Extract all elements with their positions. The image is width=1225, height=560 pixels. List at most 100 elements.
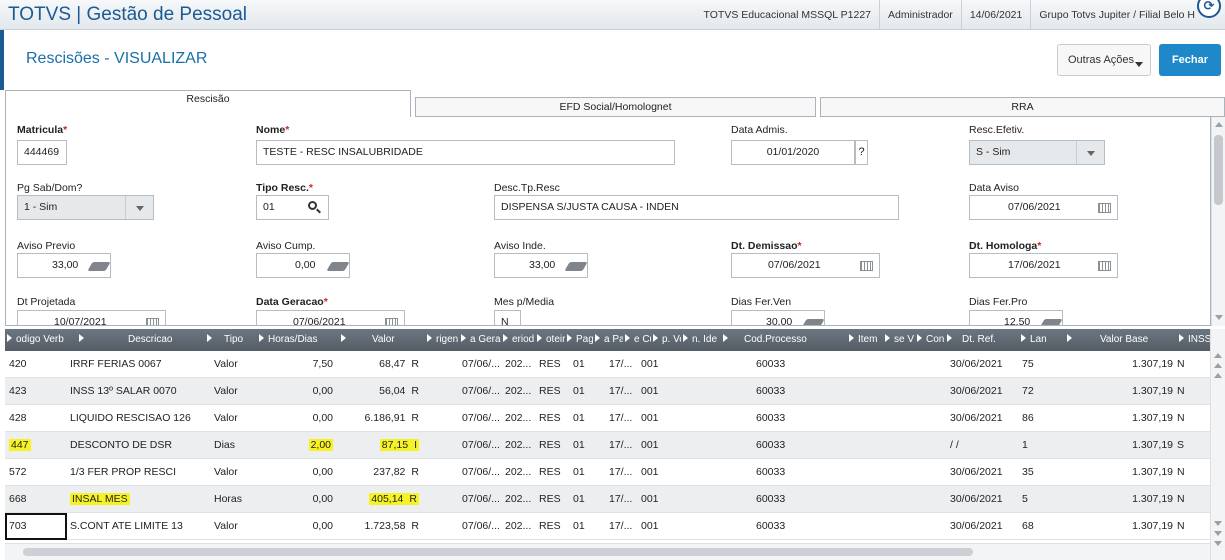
cell-ccusto[interactable]: 001 [641, 405, 671, 432]
cell-descricao[interactable]: 1/3 FER PROP RESCI [70, 459, 205, 486]
cell-periodo[interactable]: 202... [505, 378, 537, 405]
cell-lanc[interactable]: 75 [1022, 351, 1052, 378]
table-row[interactable]: 572 1/3 FER PROP RESCI Valor 0,00 237,82 R 07/… [5, 459, 1210, 486]
cell-data-pag[interactable]: 17/... [609, 486, 639, 513]
cell-cod-processo[interactable]: 60033 [756, 351, 816, 378]
cell-roteiro[interactable]: RES [539, 513, 565, 540]
cell-ccusto[interactable]: 001 [641, 432, 671, 459]
table-row[interactable]: 428 LIQUIDO RESCISAO 126 Valor 0,00 6.186,91… [5, 405, 1210, 432]
cell-pag[interactable]: 01 [573, 486, 593, 513]
col-roteiro[interactable]: oteir [535, 329, 565, 351]
col-cod-processo[interactable]: Cod.Processo [721, 329, 847, 351]
tab-rescisao[interactable]: Rescisão [5, 90, 411, 118]
cell-valor-base[interactable]: 1.307,19 [1085, 378, 1173, 405]
cell-lanc[interactable]: 68 [1022, 513, 1052, 540]
dt-projetada-field[interactable]: 10/07/2021 [17, 310, 166, 325]
cell-dt-ref[interactable]: 30/06/2021 [950, 378, 1014, 405]
cell-cod-processo[interactable]: 60033 [756, 486, 816, 513]
tipo-resc-field[interactable]: 01 [256, 195, 329, 220]
cell-horas[interactable]: 2,00 [261, 432, 333, 459]
cell-ccusto[interactable]: 001 [641, 486, 671, 513]
cell-cod-processo[interactable]: 60033 [756, 405, 816, 432]
cell-data-pag[interactable]: 17/... [609, 405, 639, 432]
cell-codigo[interactable]: 572 [9, 459, 69, 486]
cell-valor-base[interactable]: 1.307,19 [1085, 513, 1173, 540]
scroll-up-icon[interactable] [1214, 363, 1222, 368]
cell-pag[interactable]: 01 [573, 513, 593, 540]
tab-efd-social[interactable]: EFD Social/Homolognet [415, 97, 816, 117]
dias-fer-ven-field[interactable]: 30,00 [731, 310, 825, 325]
aviso-inde-field[interactable]: 33,00 [494, 253, 588, 278]
table-row[interactable]: 420 IRRF FERIAS 0067 Valor 7,50 68,47 R 07/06/… [5, 351, 1210, 378]
cell-inss[interactable]: N [1177, 351, 1197, 378]
cell-valor[interactable]: 87,15 I [339, 432, 419, 459]
cell-cod-processo[interactable]: 60033 [756, 378, 816, 405]
cell-periodo[interactable]: 202... [505, 459, 537, 486]
calendar-icon[interactable] [1098, 261, 1111, 271]
horizontal-scroll-thumb[interactable] [23, 548, 973, 556]
col-data-pag[interactable]: a Pa [593, 329, 623, 351]
cell-data-pag[interactable]: 17/... [609, 351, 639, 378]
cell-codigo[interactable]: 668 [9, 486, 69, 513]
form-scroll-thumb[interactable] [1214, 135, 1223, 205]
col-c-custo[interactable]: e Cu [623, 329, 651, 351]
cell-pag[interactable]: 01 [573, 405, 593, 432]
cell-data-pag[interactable]: 17/... [609, 378, 639, 405]
cell-tipo[interactable]: Valor [214, 405, 259, 432]
cell-horas[interactable]: 0,00 [261, 405, 333, 432]
cell-valor[interactable]: 56,04 R [339, 378, 419, 405]
cell-geracao[interactable]: 07/06/... [462, 459, 502, 486]
cell-geracao[interactable]: 07/06/... [462, 486, 502, 513]
cell-inss[interactable]: N [1177, 459, 1197, 486]
col-item[interactable]: Item [847, 329, 883, 351]
col-ident[interactable]: n. Ide [681, 329, 721, 351]
data-geracao-field[interactable]: 07/06/2021 [256, 310, 405, 325]
col-periodo[interactable]: eriod [501, 329, 535, 351]
cell-codigo[interactable]: 447 [9, 432, 69, 459]
cell-dt-ref[interactable]: / / [950, 432, 1014, 459]
cell-pag[interactable]: 01 [573, 459, 593, 486]
scroll-up-icon[interactable] [1214, 353, 1222, 358]
calendar-icon[interactable] [860, 261, 873, 271]
search-icon[interactable] [308, 201, 317, 210]
cell-descricao[interactable]: INSAL MES [70, 486, 205, 513]
cell-dt-ref[interactable]: 30/06/2021 [950, 486, 1014, 513]
cell-tipo[interactable]: Horas [214, 486, 259, 513]
cell-periodo[interactable]: 202... [505, 432, 537, 459]
close-button[interactable]: Fechar [1159, 44, 1221, 76]
cell-cod-processo[interactable]: 60033 [756, 432, 816, 459]
company-info[interactable]: Grupo Totvs Jupiter / Filial Belo H [1030, 0, 1225, 30]
cell-lanc[interactable]: 5 [1022, 486, 1052, 513]
cell-valor[interactable]: 1.723,58 R [339, 513, 419, 540]
dt-homologa-field[interactable]: 17/06/2021 [969, 253, 1118, 278]
other-actions-button[interactable]: Outras Ações [1057, 44, 1151, 76]
scroll-up-icon[interactable] [1214, 373, 1222, 378]
cell-roteiro[interactable]: RES [539, 351, 565, 378]
mes-media-field[interactable]: N [494, 310, 521, 325]
grid-horizontal-scrollbar[interactable] [5, 543, 1210, 560]
cell-lanc[interactable]: 86 [1022, 405, 1052, 432]
col-dt-ref[interactable]: Dt. Ref. [945, 329, 1019, 351]
calculator-icon[interactable] [564, 262, 587, 271]
matricula-field[interactable]: 444469 [17, 140, 67, 165]
calculator-icon[interactable] [326, 262, 349, 271]
col-tipo[interactable]: Tipo [205, 329, 257, 351]
cell-roteiro[interactable]: RES [539, 378, 565, 405]
scroll-down-icon[interactable] [1214, 521, 1222, 526]
grid-scrollbar[interactable] [1210, 329, 1225, 560]
cell-descricao[interactable]: LIQUIDO RESCISAO 126 [70, 405, 205, 432]
cell-cod-processo[interactable]: 60033 [756, 513, 816, 540]
cell-ccusto[interactable]: 001 [641, 513, 671, 540]
cell-descricao[interactable]: DESCONTO DE DSR [70, 432, 205, 459]
cell-codigo[interactable]: 423 [9, 378, 69, 405]
cell-roteiro[interactable]: RES [539, 432, 565, 459]
table-row[interactable]: 423 INSS 13º SALAR 0070 Valor 0,00 56,04 R 07/… [5, 378, 1210, 405]
cell-pag[interactable]: 01 [573, 432, 593, 459]
col-valor-base[interactable]: Valor Base [1065, 329, 1177, 351]
cell-lanc[interactable]: 1 [1022, 432, 1052, 459]
cell-tipo[interactable]: Valor [214, 513, 259, 540]
scroll-up-icon[interactable] [1215, 122, 1223, 127]
cell-ccusto[interactable]: 001 [641, 378, 671, 405]
cell-periodo[interactable]: 202... [505, 405, 537, 432]
cell-tipo[interactable]: Valor [214, 351, 259, 378]
